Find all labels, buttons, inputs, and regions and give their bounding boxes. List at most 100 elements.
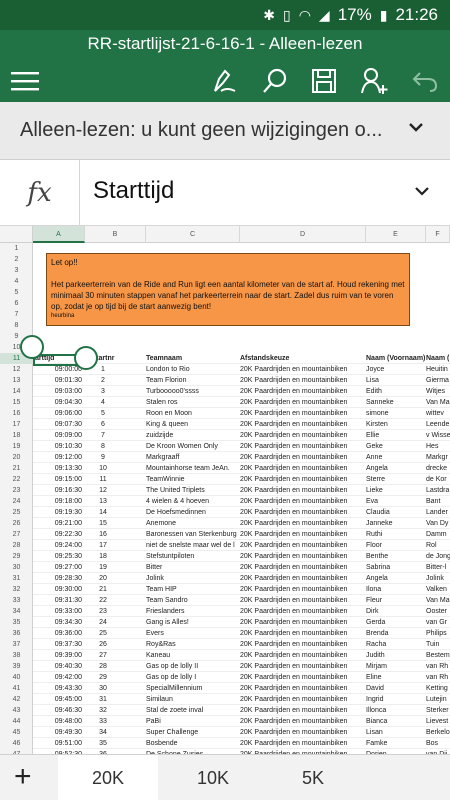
achternaam-cell[interactable]: Heuitin — [426, 364, 450, 375]
tab-10k[interactable]: 10K — [163, 755, 263, 801]
starttijd-cell[interactable]: 09:01:30 — [33, 375, 85, 386]
row-header[interactable]: 46 — [0, 738, 33, 749]
achternaam-cell[interactable]: de Kor — [426, 474, 450, 485]
row-header[interactable]: 2 — [0, 254, 33, 265]
voornaam-cell[interactable]: Sabrina — [366, 562, 426, 573]
row-header[interactable]: 24 — [0, 496, 33, 507]
teamnaam-cell[interactable]: The United Triplets — [146, 485, 240, 496]
voornaam-cell[interactable]: Dirk — [366, 606, 426, 617]
achternaam-cell[interactable]: Gierma — [426, 375, 450, 386]
selection-handle-end[interactable] — [74, 346, 98, 370]
voornaam-cell[interactable]: Sterre — [366, 474, 426, 485]
achternaam-cell[interactable]: Van Dy — [426, 518, 450, 529]
achternaam-cell[interactable]: Valken — [426, 584, 450, 595]
row-header[interactable]: 44 — [0, 716, 33, 727]
row-header[interactable]: 3 — [0, 265, 33, 276]
row-header[interactable]: 14 — [0, 386, 33, 397]
achternaam-cell[interactable]: Lander — [426, 507, 450, 518]
starttijd-cell[interactable]: 09:09:00 — [33, 430, 85, 441]
afstand-cell[interactable]: 20K Paardrijden en mountainbiken — [240, 606, 366, 617]
achternaam-cell[interactable]: Ketting — [426, 683, 450, 694]
afstand-cell[interactable]: 20K Paardrijden en mountainbiken — [240, 507, 366, 518]
startnr-cell[interactable]: 9 — [85, 452, 121, 463]
search-icon[interactable] — [256, 62, 294, 100]
voornaam-cell[interactable]: Lisa — [366, 375, 426, 386]
startnr-cell[interactable]: 5 — [85, 408, 121, 419]
startnr-cell[interactable]: 19 — [85, 562, 121, 573]
voornaam-cell[interactable]: Claudia — [366, 507, 426, 518]
startnr-cell[interactable]: 12 — [85, 485, 121, 496]
achternaam-cell[interactable]: Sterker — [426, 705, 450, 716]
startnr-cell[interactable]: 23 — [85, 606, 121, 617]
startnr-cell[interactable]: 16 — [85, 529, 121, 540]
row-header[interactable]: 31 — [0, 573, 33, 584]
afstand-cell[interactable]: 20K Paardrijden en mountainbiken — [240, 463, 366, 474]
voornaam-cell[interactable]: Ellie — [366, 430, 426, 441]
voornaam-cell[interactable]: Ingrid — [366, 694, 426, 705]
achternaam-cell[interactable]: Van Ma — [426, 397, 450, 408]
starttijd-cell[interactable]: 09:15:00 — [33, 474, 85, 485]
row-header[interactable]: 27 — [0, 529, 33, 540]
row-header[interactable]: 15 — [0, 397, 33, 408]
starttijd-cell[interactable]: 09:27:00 — [33, 562, 85, 573]
starttijd-cell[interactable]: 09:48:00 — [33, 716, 85, 727]
formula-content[interactable]: Starttijd — [93, 177, 174, 205]
teamnaam-cell[interactable]: zuidzijde — [146, 430, 240, 441]
starttijd-cell[interactable]: 09:49:30 — [33, 727, 85, 738]
starttijd-cell[interactable]: 09:04:30 — [33, 397, 85, 408]
starttijd-cell[interactable]: 09:25:30 — [33, 551, 85, 562]
read-only-banner[interactable]: Alleen-lezen: u kunt geen wijzigingen o.… — [0, 102, 450, 160]
starttijd-cell[interactable]: 09:42:00 — [33, 672, 85, 683]
voornaam-cell[interactable]: Fleur — [366, 595, 426, 606]
teamnaam-cell[interactable]: Team Sandro — [146, 595, 240, 606]
startnr-cell[interactable]: 24 — [85, 617, 121, 628]
afstand-cell[interactable]: 20K Paardrijden en mountainbiken — [240, 617, 366, 628]
voornaam-cell[interactable]: Kirsten — [366, 419, 426, 430]
afstand-cell[interactable]: 20K Paardrijden en mountainbiken — [240, 551, 366, 562]
voornaam-cell[interactable]: Janneke — [366, 518, 426, 529]
row-header[interactable]: 4 — [0, 276, 33, 287]
startnr-cell[interactable]: 17 — [85, 540, 121, 551]
voornaam-cell[interactable]: David — [366, 683, 426, 694]
startnr-cell[interactable]: 32 — [85, 705, 121, 716]
starttijd-cell[interactable]: 09:45:00 — [33, 694, 85, 705]
startnr-cell[interactable]: 15 — [85, 518, 121, 529]
starttijd-cell[interactable]: 09:51:00 — [33, 738, 85, 749]
column-header-b[interactable]: B — [85, 226, 146, 243]
teamnaam-cell[interactable]: London to Rio — [146, 364, 240, 375]
selection-handle-start[interactable] — [20, 335, 44, 359]
startnr-cell[interactable]: 20 — [85, 573, 121, 584]
afstand-cell[interactable]: 20K Paardrijden en mountainbiken — [240, 452, 366, 463]
starttijd-cell[interactable]: 09:22:30 — [33, 529, 85, 540]
row-header[interactable]: 5 — [0, 287, 33, 298]
starttijd-cell[interactable]: 09:24:00 — [33, 540, 85, 551]
startnr-cell[interactable]: 13 — [85, 496, 121, 507]
column-header-e[interactable]: E — [366, 226, 426, 243]
afstand-cell[interactable]: 20K Paardrijden en mountainbiken — [240, 650, 366, 661]
teamnaam-cell[interactable]: Stalen ros — [146, 397, 240, 408]
voornaam-cell[interactable]: Ilona — [366, 584, 426, 595]
starttijd-cell[interactable]: 09:03:00 — [33, 386, 85, 397]
voornaam-cell[interactable]: Ruthi — [366, 529, 426, 540]
starttijd-cell[interactable]: 09:31:30 — [33, 595, 85, 606]
column-header-d[interactable]: D — [240, 226, 366, 243]
teamnaam-cell[interactable]: Baronessen van Sterkenburg — [146, 529, 240, 540]
achternaam-cell[interactable]: Hes — [426, 441, 450, 452]
voornaam-cell[interactable]: Joyce — [366, 364, 426, 375]
add-sheet-button[interactable]: + — [14, 759, 32, 795]
startnr-cell[interactable]: 22 — [85, 595, 121, 606]
undo-icon[interactable] — [406, 62, 444, 100]
voornaam-cell[interactable]: Sanneke — [366, 397, 426, 408]
row-header[interactable]: 22 — [0, 474, 33, 485]
row-header[interactable]: 41 — [0, 683, 33, 694]
achternaam-cell[interactable]: v Wisse — [426, 430, 450, 441]
teamnaam-cell[interactable]: De Kroon Women Only — [146, 441, 240, 452]
fx-icon[interactable]: fx — [0, 160, 80, 226]
afstand-cell[interactable]: 20K Paardrijden en mountainbiken — [240, 474, 366, 485]
starttijd-cell[interactable]: 09:33:00 — [33, 606, 85, 617]
achternaam-cell[interactable]: Lievest — [426, 716, 450, 727]
achternaam-cell[interactable]: Lastdra — [426, 485, 450, 496]
teamnaam-cell[interactable]: Markgraaff — [146, 452, 240, 463]
starttijd-cell[interactable]: 09:40:30 — [33, 661, 85, 672]
voornaam-cell[interactable]: Mirjam — [366, 661, 426, 672]
